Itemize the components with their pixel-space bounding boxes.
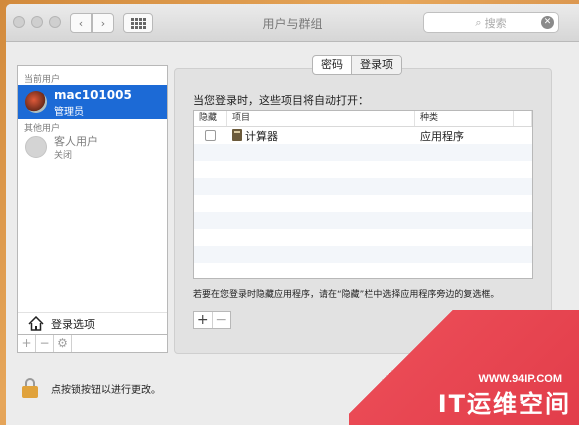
tab-login-items[interactable]: 登录项 <box>351 56 401 74</box>
guest-status: 关闭 <box>54 151 73 161</box>
search-field[interactable]: ⌕ 搜索 ✕ <box>423 12 559 33</box>
column-item[interactable]: 项目 <box>227 111 415 126</box>
empty-row <box>194 195 532 212</box>
tab-password[interactable]: 密码 <box>313 56 351 74</box>
add-user-button[interactable]: + <box>18 335 36 352</box>
user-row-guest[interactable]: 客人用户 关闭 <box>18 130 167 164</box>
watermark-text: IT运维空间 <box>437 390 571 418</box>
search-icon: ⌕ <box>475 15 482 29</box>
login-items-heading: 当您登录时，这些项目将自动打开： <box>193 94 369 107</box>
hide-hint-text: 若要在您登录时隐藏应用程序，请在“隐藏”栏中选择应用程序旁边的复选框。 <box>193 290 500 300</box>
hide-checkbox[interactable] <box>205 130 216 141</box>
remove-item-button[interactable]: − <box>211 312 231 328</box>
login-options-label: 登录选项 <box>51 317 95 331</box>
login-items-table: 隐藏 项目 种类 计算器 应用程序 <box>193 110 533 279</box>
empty-row <box>194 161 532 178</box>
table-row[interactable]: 计算器 应用程序 <box>194 127 532 144</box>
user-row-current[interactable]: mac101005 管理员 <box>18 85 167 119</box>
guest-avatar <box>25 136 47 158</box>
lock-label: 点按锁按钮以进行更改。 <box>51 384 161 396</box>
empty-row <box>194 246 532 263</box>
item-kind: 应用程序 <box>420 129 464 143</box>
login-options-item[interactable]: 登录选项 <box>18 312 167 334</box>
tab-bar: 密码 登录项 <box>312 55 402 75</box>
search-placeholder: 搜索 <box>484 16 507 30</box>
empty-row <box>194 229 532 246</box>
user-name: mac101005 <box>54 88 132 102</box>
add-remove-control: + − <box>193 311 231 329</box>
remove-user-button[interactable]: − <box>36 335 54 352</box>
empty-row <box>194 212 532 229</box>
house-icon <box>28 316 44 331</box>
column-hide[interactable]: 隐藏 <box>194 111 227 126</box>
calculator-icon <box>232 128 242 141</box>
sidebar-toolbar: + − ⚙ <box>17 335 168 353</box>
lock-icon[interactable] <box>22 378 38 398</box>
column-kind[interactable]: 种类 <box>415 111 514 126</box>
empty-row <box>194 178 532 195</box>
empty-row <box>194 144 532 161</box>
guest-name: 客人用户 <box>54 135 98 148</box>
user-avatar <box>25 91 47 113</box>
add-item-button[interactable]: + <box>194 312 212 328</box>
empty-row <box>194 263 532 278</box>
lock-row: 点按锁按钮以进行更改。 <box>22 378 161 398</box>
current-users-label: 当前用户 <box>24 75 61 85</box>
clear-search-icon[interactable]: ✕ <box>541 16 554 29</box>
gear-icon[interactable]: ⚙ <box>54 335 72 352</box>
title-bar: ‹ › 用户与群组 ⌕ 搜索 ✕ <box>6 4 579 42</box>
table-header: 隐藏 项目 种类 <box>194 111 532 127</box>
user-role: 管理员 <box>54 107 84 118</box>
users-sidebar: 当前用户 mac101005 管理员 其他用户 客人用户 关闭 登录选项 <box>17 65 168 335</box>
item-name: 计算器 <box>245 129 278 143</box>
